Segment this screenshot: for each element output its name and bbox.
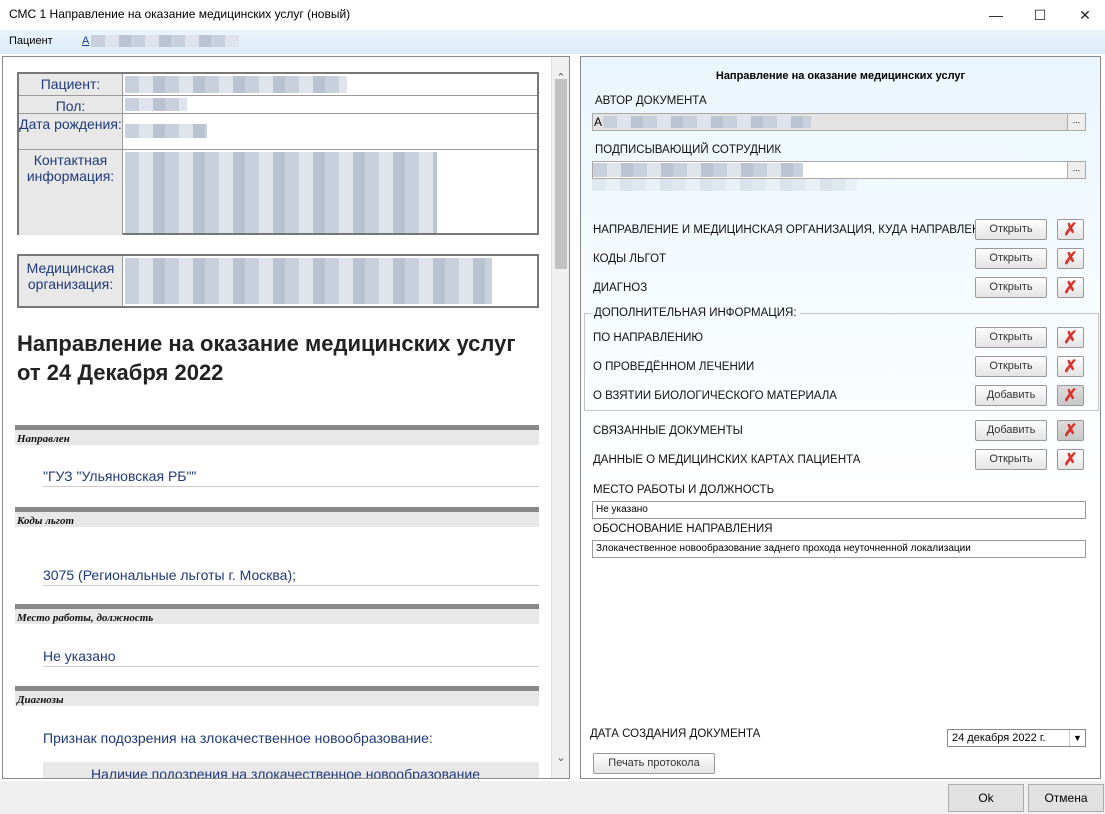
info-row-contact: Контактная информация:: [19, 150, 537, 235]
referral-org-open-button[interactable]: Открыть: [975, 219, 1047, 240]
gender-label: Пол:: [19, 96, 123, 114]
info-row-patient: Пациент:: [19, 74, 537, 96]
referral-org-label: НАПРАВЛЕНИЕ И МЕДИЦИНСКАЯ ОРГАНИЗАЦИЯ, К…: [593, 224, 981, 236]
by-referral-open-button[interactable]: Открыть: [975, 327, 1047, 348]
treatment-label: О ПРОВЕДЁННОМ ЛЕЧЕНИИ: [593, 361, 755, 373]
gender-value-redacted: [125, 98, 187, 111]
benefit-codes-delete-button[interactable]: ✗: [1057, 248, 1084, 269]
diagnosis-sub-row: Наличие подозрения на злокачественное но…: [43, 762, 539, 778]
creation-date-value: 24 декабря 2022 г.: [952, 732, 1046, 744]
creation-date-label: ДАТА СОЗДАНИЯ ДОКУМЕНТА: [590, 728, 761, 740]
info-row-birthdate: Дата рождения:: [19, 114, 537, 150]
scroll-thumb[interactable]: [555, 79, 567, 269]
document-preview-pane[interactable]: Пациент: Пол: Дата рождения: Контактная …: [2, 56, 570, 779]
contact-label: Контактная информация:: [19, 150, 123, 235]
by-referral-delete-button[interactable]: ✗: [1057, 327, 1084, 348]
biomaterial-label: О ВЗЯТИИ БИОЛОГИЧЕСКОГО МАТЕРИАЛА: [593, 390, 837, 402]
referral-reason-input[interactable]: Злокачественное новообразование заднего …: [592, 540, 1086, 558]
delete-icon: ✗: [1063, 450, 1078, 469]
section-value-referred: "ГУЗ "Ульяновская РБ"": [43, 468, 539, 487]
author-label: АВТОР ДОКУМЕНТА: [595, 95, 707, 107]
related-docs-delete-button[interactable]: ✗: [1057, 420, 1084, 441]
related-docs-label: СВЯЗАННЫЕ ДОКУМЕНТЫ: [593, 425, 743, 437]
signer-field[interactable]: ...: [592, 161, 1086, 179]
organization-box: Медицинская организация:: [17, 254, 539, 308]
section-value-work: Не указано: [43, 648, 539, 667]
signer-value-redacted: [593, 163, 803, 177]
section-heading-diagnoses: Диагнозы: [15, 686, 539, 706]
diagnosis-delete-button[interactable]: ✗: [1057, 277, 1084, 298]
treatment-delete-button[interactable]: ✗: [1057, 356, 1084, 377]
author-field[interactable]: А ...: [592, 113, 1086, 131]
workplace-label: МЕСТО РАБОТЫ И ДОЛЖНОСТЬ: [593, 484, 775, 496]
patient-label: Пациент: [9, 35, 53, 47]
by-referral-label: ПО НАПРАВЛЕНИЮ: [593, 332, 704, 344]
signer-extra-redacted: [592, 179, 857, 191]
delete-icon: ✗: [1063, 220, 1078, 239]
delete-icon: ✗: [1063, 357, 1078, 376]
signer-label: ПОДПИСЫВАЮЩИЙ СОТРУДНИК: [595, 144, 782, 156]
patient-info-box: Пациент: Пол: Дата рождения: Контактная …: [17, 72, 539, 235]
window-title: СМС 1 Направление на оказание медицински…: [9, 7, 351, 21]
ok-button[interactable]: Ok: [948, 784, 1024, 812]
delete-icon: ✗: [1063, 328, 1078, 347]
benefit-codes-label: КОДЫ ЛЬГОТ: [593, 253, 667, 265]
dropdown-arrow-icon[interactable]: ▼: [1069, 730, 1085, 746]
info-row-gender: Пол:: [19, 96, 537, 114]
section-heading-benefits: Коды льгот: [15, 507, 539, 527]
author-picker-button[interactable]: ...: [1067, 114, 1085, 130]
delete-icon: ✗: [1063, 421, 1078, 440]
maximize-button[interactable]: ☐: [1017, 0, 1063, 30]
info-row-organization: Медицинская организация:: [19, 256, 537, 306]
section-heading-work: Место работы, должность: [15, 604, 539, 624]
contact-value-redacted: [125, 152, 437, 233]
birthdate-label: Дата рождения:: [19, 114, 123, 149]
print-protocol-button[interactable]: Печать протокола: [593, 753, 715, 774]
referral-reason-label: ОБОСНОВАНИЕ НАПРАВЛЕНИЯ: [593, 523, 773, 535]
additional-info-label: ДОПОЛНИТЕЛЬНАЯ ИНФОРМАЦИЯ:: [591, 307, 800, 319]
close-button[interactable]: ✕: [1062, 0, 1105, 30]
benefit-codes-open-button[interactable]: Открыть: [975, 248, 1047, 269]
patient-link[interactable]: A: [82, 35, 240, 48]
delete-icon: ✗: [1063, 249, 1078, 268]
scroll-down-icon[interactable]: ⌄: [552, 749, 569, 767]
section-heading-referred: Направлен: [15, 425, 539, 445]
med-cards-label: ДАННЫЕ О МЕДИЦИНСКИХ КАРТАХ ПАЦИЕНТА: [593, 454, 861, 466]
organization-label: Медицинская организация:: [19, 256, 123, 306]
minimize-button[interactable]: —: [973, 0, 1019, 30]
med-cards-delete-button[interactable]: ✗: [1057, 449, 1084, 470]
organization-value-redacted: [125, 258, 492, 304]
document-title: Направление на оказание медицинских услу…: [17, 331, 516, 385]
form-title: Направление на оказание медицинских услу…: [715, 70, 966, 82]
section-value-benefits: 3075 (Региональные льготы г. Москва);: [43, 567, 539, 586]
patient-bar: Пациент A: [0, 30, 1105, 54]
signer-picker-button[interactable]: ...: [1067, 162, 1085, 178]
creation-date-picker[interactable]: 24 декабря 2022 г. ▼: [947, 729, 1086, 747]
diagnosis-open-button[interactable]: Открыть: [975, 277, 1047, 298]
birthdate-value-redacted: [125, 124, 207, 138]
diagnosis-label: ДИАГНОЗ: [593, 282, 648, 294]
med-cards-open-button[interactable]: Открыть: [975, 449, 1047, 470]
related-docs-add-button[interactable]: Добавить: [975, 420, 1047, 441]
delete-icon: ✗: [1063, 278, 1078, 297]
delete-icon: ✗: [1063, 386, 1078, 405]
preview-scrollbar[interactable]: ⌃ ⌄: [551, 57, 569, 778]
dialog-button-bar: Ok Отмена: [0, 781, 1105, 814]
author-value: А: [594, 115, 603, 129]
form-pane: Направление на оказание медицинских услу…: [580, 56, 1101, 779]
biomaterial-delete-button[interactable]: ✗: [1057, 385, 1084, 406]
author-value-redacted: [603, 116, 811, 128]
window-titlebar: СМС 1 Направление на оказание медицински…: [0, 0, 1105, 30]
biomaterial-add-button[interactable]: Добавить: [975, 385, 1047, 406]
treatment-open-button[interactable]: Открыть: [975, 356, 1047, 377]
patient-info-label: Пациент:: [19, 74, 123, 95]
patient-info-value-redacted: [125, 76, 347, 93]
workplace-input[interactable]: Не указано: [592, 501, 1086, 519]
section-value-diagnoses: Признак подозрения на злокачественное но…: [43, 730, 433, 746]
cancel-button[interactable]: Отмена: [1028, 784, 1104, 812]
referral-org-delete-button[interactable]: ✗: [1057, 219, 1084, 240]
